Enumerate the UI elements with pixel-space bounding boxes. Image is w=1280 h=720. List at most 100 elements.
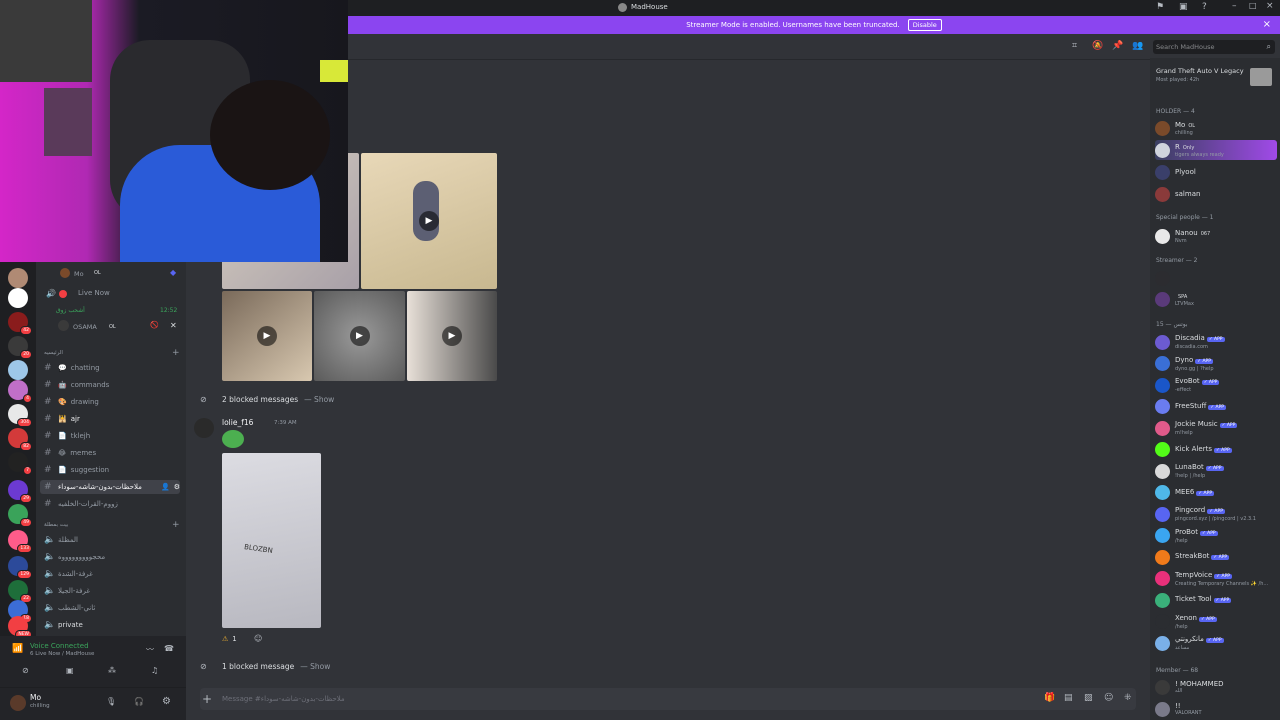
show-blocked-link[interactable]: — Show [300, 662, 330, 671]
channel-commands[interactable]: # 🤖 commands [40, 378, 180, 392]
voice-user-name[interactable]: أشحب زوق [56, 307, 85, 314]
avatar[interactable] [10, 695, 26, 711]
invite-icon[interactable]: 👤 [161, 483, 170, 491]
gif-icon[interactable]: ▤ [1064, 693, 1073, 703]
play-icon[interactable]: ▶ [349, 326, 370, 346]
user-status[interactable]: chilling [30, 703, 50, 709]
microphone-icon[interactable]: 🎙 [106, 697, 116, 706]
channel-memes[interactable]: # 😂 memes [40, 446, 180, 460]
live-now-label[interactable]: Live Now [78, 289, 110, 297]
disable-streamer-mode-button[interactable]: Disable [907, 19, 942, 31]
avatar[interactable] [1155, 228, 1170, 244]
server-icon[interactable]: 129 [8, 556, 32, 579]
member-row[interactable]: Plyool [1155, 162, 1277, 182]
server-icon[interactable] [8, 288, 28, 308]
avatar[interactable] [1155, 635, 1170, 651]
reaction[interactable]: ⚠ 1 [222, 633, 237, 645]
add-channel-icon[interactable]: + [172, 348, 180, 358]
server-icon[interactable]: 22 [8, 580, 32, 603]
headphones-icon[interactable]: 🎧 [134, 697, 144, 706]
avatar[interactable] [194, 418, 214, 438]
server-icon[interactable] [8, 268, 28, 288]
member-row[interactable]: EvoBot ✓ APP -effect [1155, 375, 1277, 395]
video-attachment[interactable]: ▶ [314, 291, 405, 381]
voice-channel[interactable]: 🔈 المظلة [40, 533, 180, 547]
avatar[interactable] [1155, 420, 1170, 436]
avatar[interactable] [1155, 164, 1170, 180]
avatar[interactable] [1155, 334, 1170, 350]
member-row[interactable]: salman [1155, 184, 1277, 204]
avatar[interactable] [1155, 679, 1170, 695]
server-icon[interactable]: 20 [8, 336, 32, 359]
member-row[interactable]: LunaBot ✓ APP !help | /help [1155, 461, 1277, 481]
play-icon[interactable]: ▶ [419, 211, 439, 231]
avatar[interactable] [1155, 186, 1170, 202]
channel-chatting[interactable]: # 💬 chatting [40, 361, 180, 375]
avatar[interactable] [1155, 120, 1170, 136]
channel-selected[interactable]: # ملاحظات-بدون-شاشه-سوداء 👤 ⚙ [40, 480, 180, 494]
member-row[interactable]: Dyno ✓ APP dyno.gg | ?help [1155, 354, 1277, 374]
video-attachment[interactable]: ▶ [361, 153, 497, 289]
server-icon[interactable]: 7 [8, 452, 32, 475]
server-icon[interactable]: NEW [8, 616, 32, 639]
member-row[interactable]: Discadia ✓ APP discadia.com [1155, 332, 1277, 352]
threads-icon[interactable]: ⌗ [1072, 41, 1077, 51]
member-row[interactable]: Pingcord ✓ APP pingcord.xyz | /pingcord | … [1155, 504, 1277, 524]
video-attachment[interactable]: ▶ [222, 291, 312, 381]
user-settings-icon[interactable]: ⚙ [162, 696, 171, 707]
avatar[interactable] [1155, 377, 1170, 393]
member-row[interactable]: !! VALORANT [1155, 699, 1277, 719]
server-icon[interactable]: 133 [8, 530, 32, 553]
screen-icon[interactable]: ▣ [1179, 2, 1188, 12]
show-blocked-link[interactable]: — Show [304, 395, 334, 404]
add-channel-icon[interactable]: + [172, 520, 180, 530]
voice-user-name[interactable]: OSAMA [73, 323, 97, 331]
member-row[interactable]: TempVoice ✓ APP Creating Temporary Channel… [1155, 569, 1277, 589]
maximize-icon[interactable]: □ [1249, 1, 1257, 10]
signal-icon[interactable]: 📶 [12, 644, 23, 654]
gift-icon[interactable]: 🎁 [1044, 693, 1055, 703]
voice-channel[interactable]: 🔈 ثاني-الشطب [40, 601, 180, 615]
voice-status[interactable]: Voice Connected [30, 642, 89, 650]
pinned-icon[interactable]: 📌 [1112, 41, 1123, 51]
avatar[interactable] [1155, 442, 1170, 457]
avatar[interactable] [1155, 528, 1170, 543]
voice-detail[interactable]: 6 Live Now / MadHouse [30, 651, 94, 657]
member-row[interactable]: Mo OL chilling [1155, 118, 1277, 138]
server-icon[interactable]: 29 [8, 480, 32, 503]
inbox-icon[interactable]: ⚑ [1156, 2, 1164, 12]
avatar[interactable] [1155, 399, 1170, 414]
avatar[interactable] [1155, 549, 1170, 565]
member-row[interactable]: Kick Alerts ✓ APP [1155, 440, 1277, 460]
video-off-icon[interactable]: ⊘ [22, 666, 29, 675]
video-attachment[interactable]: ▶ [407, 291, 497, 381]
member-row[interactable]: StreakBot ✓ APP [1155, 547, 1277, 567]
channel-ajr[interactable]: # 🕌 ajr [40, 412, 180, 426]
server-icon[interactable]: 42 [8, 312, 32, 335]
member-row[interactable]: ! MOHAMMED الله [1155, 677, 1277, 697]
avatar[interactable] [1155, 701, 1170, 717]
voice-channel[interactable]: 🔈 محجوووووووووه [40, 550, 180, 564]
member-row[interactable]: R Only tigers always ready [1155, 140, 1277, 160]
member-row[interactable]: مانكرونتي ✓ APP مساعد [1155, 633, 1277, 653]
add-reaction-icon[interactable]: ☺ [254, 634, 262, 643]
activities-icon[interactable]: ⁂ [108, 666, 116, 675]
member-row[interactable]: SPA LTVMax [1155, 289, 1277, 309]
search-input[interactable]: Search MadHouse [1156, 43, 1214, 51]
avatar[interactable] [1155, 270, 1170, 286]
message-author[interactable]: lolie_f16 [222, 418, 253, 427]
username[interactable]: Mo [30, 693, 41, 702]
soundboard-icon[interactable]: ♫ [151, 666, 158, 675]
minimize-icon[interactable]: – [1232, 1, 1237, 11]
category-label[interactable]: الرئيسيه [44, 350, 63, 356]
sticker-icon[interactable]: ▨ [1084, 693, 1093, 703]
member-row[interactable]: Ticket Tool ✓ APP [1155, 590, 1277, 610]
channel-zoom[interactable]: # زووم-القرات-الخلفيه [40, 497, 180, 511]
category-label[interactable]: بيت بمطلة [44, 522, 68, 528]
voice-user-name[interactable]: Mo [74, 270, 84, 278]
emoji-icon[interactable]: ☺ [1104, 693, 1113, 703]
voice-channel[interactable]: 🔈 غرفة-الشدة [40, 567, 180, 581]
avatar[interactable] [1155, 463, 1170, 479]
channel-suggestion[interactable]: # 📄 suggestion [40, 463, 180, 477]
avatar[interactable] [1155, 142, 1170, 158]
